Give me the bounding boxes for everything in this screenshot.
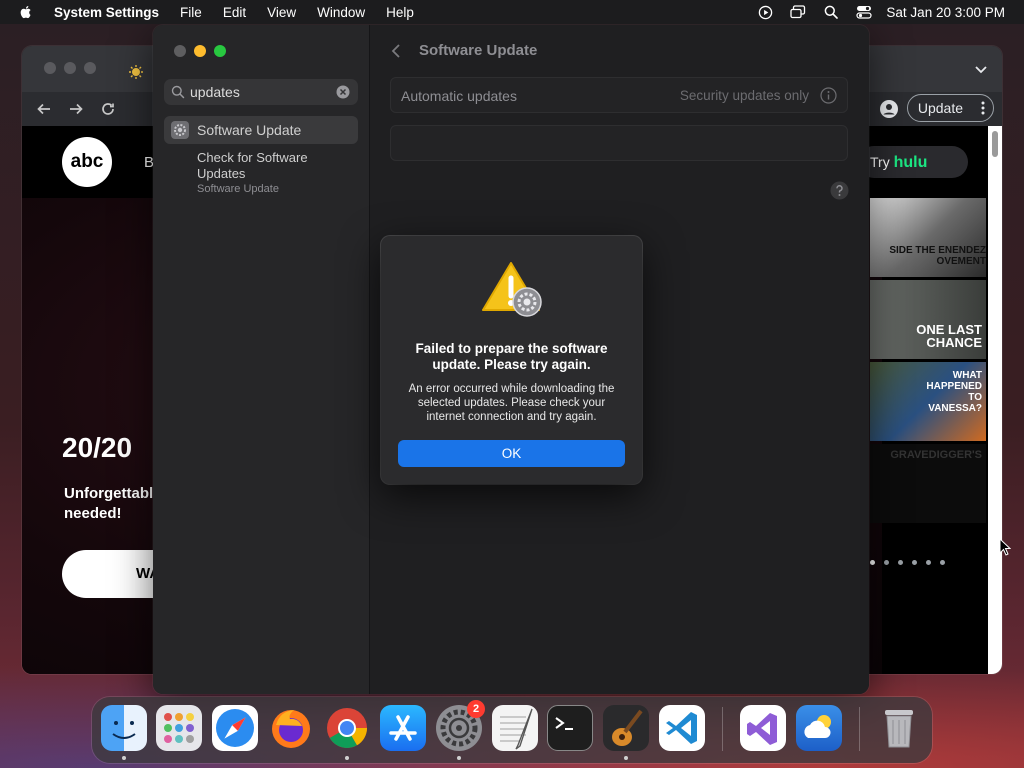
update-status-row (390, 125, 848, 161)
thumbnail-one-last-chance[interactable]: ONE LAST CHANCE (870, 280, 986, 359)
error-alert-dialog: Failed to prepare the software update. P… (381, 236, 642, 484)
menu-view[interactable]: View (267, 5, 296, 20)
ok-button[interactable]: OK (398, 440, 625, 467)
scrollbar-thumb[interactable] (992, 131, 998, 157)
carousel-dot[interactable] (884, 560, 889, 565)
page-title: Software Update (419, 42, 538, 59)
dock-vscode-icon[interactable] (659, 705, 705, 751)
mouse-cursor-icon (999, 538, 1011, 556)
dock-running-indicator (457, 756, 461, 760)
carousel-dot[interactable] (926, 560, 931, 565)
dock-terminal-icon[interactable] (547, 705, 593, 751)
carousel-dot[interactable] (912, 560, 917, 565)
carousel-dots (870, 560, 945, 565)
forward-arrow-icon[interactable] (68, 101, 84, 117)
search-result-check-updates[interactable]: Check for Software Updates Software Upda… (197, 150, 337, 196)
dock-running-indicator (345, 756, 349, 760)
dock-trash-icon[interactable] (876, 705, 922, 751)
dock-launchpad-icon[interactable] (156, 705, 202, 751)
settings-sidebar: Software Update Check for Software Updat… (153, 25, 370, 694)
carousel-dot[interactable] (940, 560, 945, 565)
spotlight-search-icon[interactable] (823, 4, 839, 20)
menu-edit[interactable]: Edit (223, 5, 246, 20)
browser-update-button[interactable]: Update (906, 94, 994, 122)
back-chevron-icon[interactable] (390, 43, 402, 59)
apple-menu-icon[interactable] (18, 4, 34, 20)
thumbnail-title: WHAT HAPPENED TO VANESSA? (926, 370, 982, 414)
carousel-dot[interactable] (898, 560, 903, 565)
menu-file[interactable]: File (180, 5, 202, 20)
page-scrollbar[interactable] (988, 126, 1002, 674)
carousel-dot[interactable] (870, 560, 875, 565)
menu-bar: System Settings File Edit View Window He… (0, 0, 1024, 24)
automatic-updates-value: Security updates only (679, 88, 809, 103)
gear-icon (171, 121, 189, 139)
dock: 2 (92, 697, 932, 763)
dock-garageband-icon[interactable] (603, 705, 649, 751)
menu-window[interactable]: Window (317, 5, 365, 20)
try-label: Try (870, 154, 890, 170)
dock-separator (859, 707, 860, 751)
control-center-icon[interactable] (856, 4, 873, 20)
dock-visual-studio-icon[interactable] (740, 705, 786, 751)
hulu-label: hulu (893, 154, 928, 171)
search-result-title: Check for Software Updates (197, 150, 308, 181)
dock-finder-icon[interactable] (101, 705, 147, 751)
dock-firefox-icon[interactable] (268, 705, 314, 751)
show-thumbnails: SIDE THE ENENDEZ OVEMENT ONE LAST CHANCE… (870, 198, 986, 526)
hero-title: 20/20 (62, 432, 133, 463)
settings-window-controls (174, 45, 226, 57)
warning-icon (482, 262, 542, 317)
automatic-updates-label: Automatic updates (401, 88, 517, 104)
menu-app-name[interactable]: System Settings (54, 5, 159, 20)
info-icon[interactable] (820, 87, 837, 104)
thumbnail-gravediggers[interactable]: GRAVEDIGGER'S (870, 444, 986, 523)
thumbnail-title: GRAVEDIGGER'S (890, 449, 982, 461)
browser-window-controls (44, 62, 96, 74)
abc-logo[interactable]: abc (62, 137, 112, 187)
thumbnail-vanessa[interactable]: WHAT HAPPENED TO VANESSA? (870, 362, 986, 441)
dock-safari-icon[interactable] (212, 705, 258, 751)
settings-zoom-button[interactable] (214, 45, 226, 57)
sidebar-item-label: Software Update (197, 122, 302, 138)
menu-bar-clock[interactable]: Sat Jan 20 3:00 PM (886, 5, 1005, 20)
dock-weather-icon[interactable] (796, 705, 842, 751)
dock-textedit-icon[interactable] (492, 705, 538, 751)
browser-minimize-button[interactable] (64, 62, 76, 74)
search-icon (171, 85, 185, 99)
sidebar-item-software-update[interactable]: Software Update (164, 116, 358, 144)
browser-menu-icon[interactable] (981, 100, 985, 116)
reload-icon[interactable] (100, 101, 116, 117)
settings-close-button[interactable] (174, 45, 186, 57)
dock-separator (722, 707, 723, 751)
dock-app-store-icon[interactable] (380, 705, 426, 751)
back-arrow-icon[interactable] (36, 101, 52, 117)
tab-search-chevron-icon[interactable] (974, 62, 988, 76)
dock-chrome-icon[interactable] (324, 705, 370, 751)
browser-zoom-button[interactable] (84, 62, 96, 74)
help-icon[interactable] (830, 181, 849, 200)
menu-help[interactable]: Help (386, 5, 414, 20)
alert-heading: Failed to prepare the software update. P… (415, 341, 608, 372)
thumbnail-menendez[interactable]: SIDE THE ENENDEZ OVEMENT (870, 198, 986, 277)
thumbnail-title: SIDE THE ENENDEZ OVEMENT (889, 245, 986, 267)
automatic-updates-row[interactable]: Automatic updates Security updates only (390, 77, 848, 113)
try-hulu-button[interactable]: Try hulu (858, 146, 968, 178)
settings-search-field[interactable] (164, 79, 358, 105)
dock-running-indicator (122, 756, 126, 760)
browser-close-button[interactable] (44, 62, 56, 74)
browser-update-label: Update (917, 100, 963, 116)
profile-avatar-icon[interactable] (880, 100, 898, 118)
dock-running-indicator (624, 756, 628, 760)
thumbnail-title: ONE LAST CHANCE (916, 322, 982, 350)
clear-search-icon[interactable] (336, 85, 350, 99)
notification-badge: 2 (467, 700, 485, 718)
search-input[interactable] (190, 79, 330, 105)
tab-favicon-icon[interactable] (128, 64, 144, 80)
settings-minimize-button[interactable] (194, 45, 206, 57)
alert-message: An error occurred while downloading the … (408, 383, 615, 423)
screen-recording-icon[interactable] (757, 4, 773, 20)
screen-mirroring-icon[interactable] (790, 4, 806, 20)
search-result-caption: Software Update (197, 183, 279, 195)
